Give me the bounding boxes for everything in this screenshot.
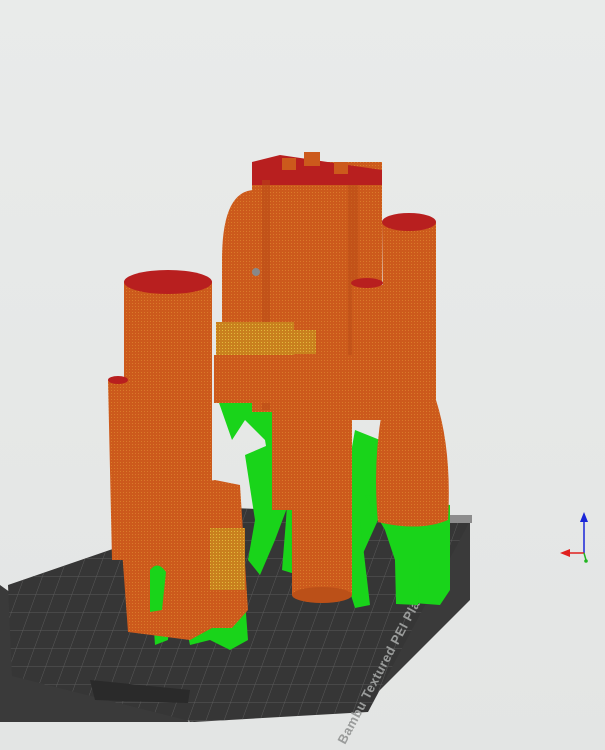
scene: Bambu Textured PEI Plate [0,152,588,746]
xyz-axis-icon[interactable] [560,512,588,563]
3d-viewport[interactable]: Bambu Textured PEI Plate [0,0,605,750]
